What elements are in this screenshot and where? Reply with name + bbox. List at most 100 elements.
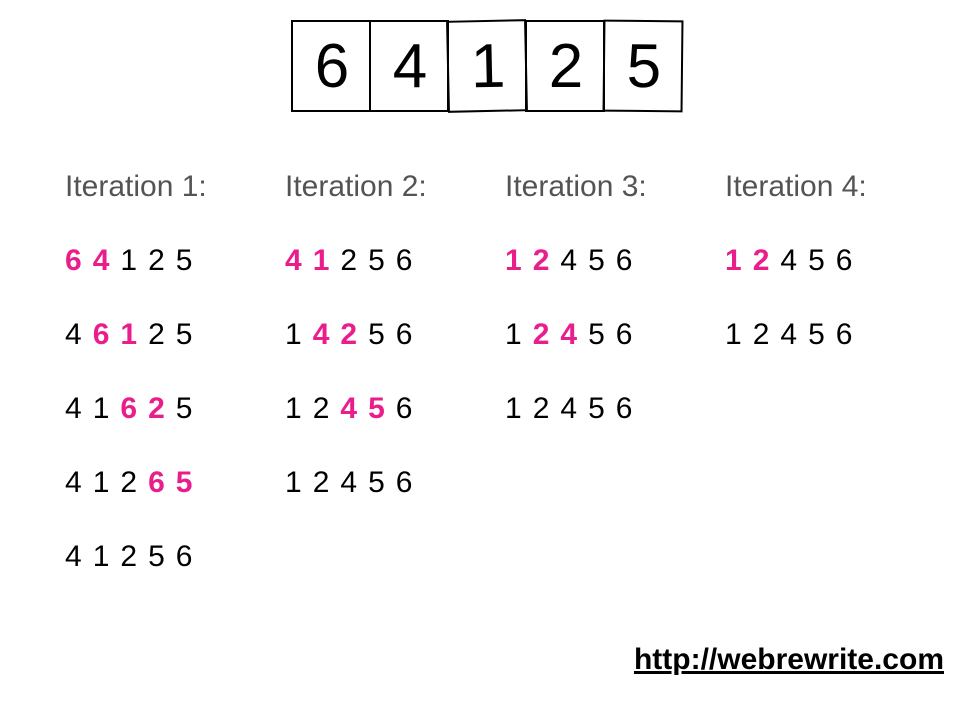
num: 5	[368, 392, 386, 425]
num: 5	[368, 244, 386, 277]
step-row: 64125	[65, 244, 265, 276]
num: 1	[725, 318, 743, 351]
num: 5	[588, 244, 606, 277]
num: 2	[753, 318, 771, 351]
num: 4	[65, 318, 83, 351]
num: 4	[65, 392, 83, 425]
iterations: Iteration 1: 64125 46125 41625 41265 412…	[65, 170, 925, 614]
step-row: 12456	[505, 318, 705, 350]
num: 1	[725, 244, 743, 277]
num: 2	[340, 318, 358, 351]
num: 5	[176, 244, 194, 277]
num: 6	[93, 318, 111, 351]
iteration-title: Iteration 1:	[65, 170, 265, 204]
num: 6	[148, 466, 166, 499]
num: 6	[396, 318, 414, 351]
step-row: 46125	[65, 318, 265, 350]
num: 4	[93, 244, 111, 277]
num: 4	[313, 318, 331, 351]
initial-cell: 1	[446, 19, 528, 113]
initial-cell: 5	[603, 20, 684, 113]
num: 2	[120, 540, 138, 573]
initial-cell: 6	[291, 20, 371, 112]
iteration-title: Iteration 4:	[725, 170, 925, 204]
num: 6	[396, 392, 414, 425]
num: 4	[340, 392, 358, 425]
num: 2	[533, 318, 551, 351]
num: 1	[505, 244, 523, 277]
step-row: 12456	[505, 392, 705, 424]
num: 5	[588, 318, 606, 351]
iteration-1: Iteration 1: 64125 46125 41625 41265 412…	[65, 170, 265, 614]
num: 6	[176, 540, 194, 573]
step-row: 41625	[65, 392, 265, 424]
num: 4	[780, 244, 798, 277]
num: 6	[616, 244, 634, 277]
num: 6	[396, 466, 414, 499]
step-row: 12456	[505, 244, 705, 276]
num: 2	[533, 244, 551, 277]
num: 6	[616, 318, 634, 351]
num: 2	[148, 318, 166, 351]
initial-cell: 2	[525, 20, 605, 112]
num: 6	[396, 244, 414, 277]
num: 5	[588, 392, 606, 425]
source-url: http://webrewrite.com	[634, 643, 944, 677]
initial-array: 6 4 1 2 5	[291, 20, 683, 112]
step-row: 12456	[725, 244, 925, 276]
num: 2	[753, 244, 771, 277]
num: 2	[340, 244, 358, 277]
num: 4	[65, 540, 83, 573]
num: 5	[148, 540, 166, 573]
num: 2	[120, 466, 138, 499]
num: 5	[176, 466, 194, 499]
num: 5	[808, 244, 826, 277]
num: 2	[313, 466, 331, 499]
step-row: 41256	[65, 540, 265, 572]
step-row: 12456	[725, 318, 925, 350]
num: 1	[285, 318, 303, 351]
num: 1	[120, 318, 138, 351]
num: 6	[836, 318, 854, 351]
num: 5	[176, 318, 194, 351]
iteration-2: Iteration 2: 41256 14256 12456 12456	[285, 170, 485, 614]
iteration-title: Iteration 2:	[285, 170, 485, 204]
num: 5	[368, 466, 386, 499]
num: 1	[505, 392, 523, 425]
num: 2	[148, 244, 166, 277]
num: 4	[560, 392, 578, 425]
num: 4	[340, 466, 358, 499]
step-row: 14256	[285, 318, 485, 350]
num: 4	[780, 318, 798, 351]
num: 5	[176, 392, 194, 425]
num: 2	[533, 392, 551, 425]
num: 5	[368, 318, 386, 351]
num: 1	[93, 392, 111, 425]
step-row: 12456	[285, 392, 485, 424]
num: 4	[560, 244, 578, 277]
num: 6	[616, 392, 634, 425]
iteration-4: Iteration 4: 12456 12456	[725, 170, 925, 614]
num: 6	[120, 392, 138, 425]
step-row: 41256	[285, 244, 485, 276]
step-row: 41265	[65, 466, 265, 498]
num: 2	[313, 392, 331, 425]
initial-cell: 4	[369, 20, 449, 112]
num: 2	[148, 392, 166, 425]
num: 1	[285, 466, 303, 499]
step-row: 12456	[285, 466, 485, 498]
num: 1	[285, 392, 303, 425]
num: 4	[65, 466, 83, 499]
num: 6	[65, 244, 83, 277]
iteration-3: Iteration 3: 12456 12456 12456	[505, 170, 705, 614]
diagram-canvas: 6 4 1 2 5 Iteration 1: 64125 46125 41625…	[0, 0, 974, 707]
num: 1	[120, 244, 138, 277]
num: 1	[93, 540, 111, 573]
iteration-title: Iteration 3:	[505, 170, 705, 204]
num: 4	[285, 244, 303, 277]
num: 5	[808, 318, 826, 351]
num: 1	[313, 244, 331, 277]
num: 1	[93, 466, 111, 499]
num: 4	[560, 318, 578, 351]
num: 6	[836, 244, 854, 277]
